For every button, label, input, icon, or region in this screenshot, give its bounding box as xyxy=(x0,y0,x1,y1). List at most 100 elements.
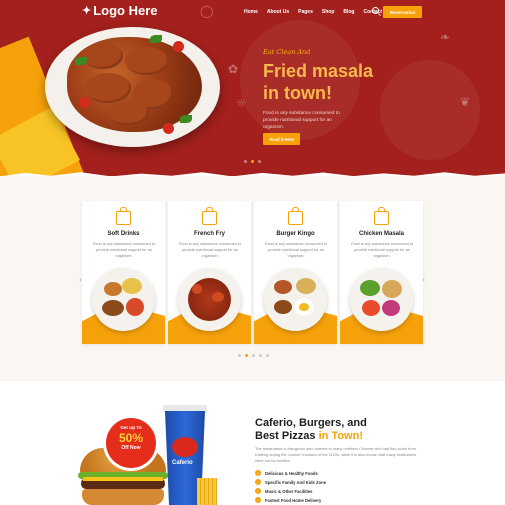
check-icon: ✓ xyxy=(255,488,261,494)
card-title: French Fry xyxy=(193,231,225,237)
nav-pages[interactable]: Pages xyxy=(298,9,313,15)
main-nav: Home About Us Pages Shop Blog Contact Us xyxy=(244,9,390,15)
food-item xyxy=(362,300,380,316)
herb-leaf xyxy=(180,115,192,123)
logo-sparkle-icon: ✦ xyxy=(82,5,92,17)
logo-text: Logo Here xyxy=(93,3,158,18)
wing-piece xyxy=(109,101,149,125)
hero-title-line2: in town! xyxy=(263,83,332,103)
wing-piece xyxy=(125,47,169,75)
promo-title-part2: Best Pizzas xyxy=(255,430,316,442)
feature-item: ✓ Delicious & Healthy Foods xyxy=(255,470,318,476)
reservation-button[interactable]: Reservation xyxy=(383,6,422,18)
food-item xyxy=(102,300,124,316)
search-icon[interactable] xyxy=(372,7,379,14)
feature-label: Delicious & Healthy Foods xyxy=(265,470,318,476)
hero-title: Fried masala in town! xyxy=(263,60,413,104)
check-icon: ✓ xyxy=(255,497,261,503)
herb-leaf xyxy=(75,57,87,65)
promo-title-line1: Caferio, Burgers, and xyxy=(255,417,367,429)
feature-item: ✓ Specific Family And Kids Zone xyxy=(255,479,326,485)
hero-slider-dots xyxy=(244,160,261,163)
slider-dot-active[interactable] xyxy=(245,354,248,357)
card-text: Food is any substance consumed to provid… xyxy=(178,241,242,258)
dish-image xyxy=(264,268,327,331)
nav-home[interactable]: Home xyxy=(244,9,258,15)
hero-tagline: Eat Clean And xyxy=(263,48,311,56)
card-title: Soft Drinks xyxy=(107,231,140,237)
food-item xyxy=(296,278,316,294)
nav-about-us[interactable]: About Us xyxy=(267,9,289,15)
wing-piece xyxy=(83,43,123,69)
slider-dot[interactable] xyxy=(252,354,255,357)
dish-image xyxy=(350,268,413,331)
menu-card-chicken-masala[interactable]: Chicken Masala Food is any substance con… xyxy=(340,201,423,344)
slider-dot[interactable] xyxy=(244,160,247,163)
discount-badge: Get Up To 50% Off Now xyxy=(106,418,156,468)
food-item xyxy=(122,278,142,294)
burger-icon xyxy=(288,207,303,225)
menu-card-soft-drinks[interactable]: Soft Drinks Food is any substance consum… xyxy=(82,201,165,344)
cherry-tomato xyxy=(79,97,90,108)
logo[interactable]: ✦ Logo Here xyxy=(82,3,158,18)
card-title: Chicken Masala xyxy=(358,231,405,237)
card-text: Food is any substance consumed to provid… xyxy=(350,241,414,258)
menu-card-burger-kingo[interactable]: Burger Kingo Food is any substance consu… xyxy=(254,201,337,344)
read-it-here-button[interactable]: Read it Here xyxy=(263,133,300,145)
slider-dot[interactable] xyxy=(238,354,241,357)
menu-categories-section: ‹ › Soft Drinks Food is any substance co… xyxy=(0,176,505,381)
hero-banner: ◯ ✿ ☼ ❧ ❦ ✦ ✦ Logo Here Home About Us Pa… xyxy=(0,0,505,176)
nav-blog[interactable]: Blog xyxy=(343,9,354,15)
herb-leaf xyxy=(150,35,162,43)
badge-value: 50% xyxy=(118,431,144,445)
nav-shop[interactable]: Shop xyxy=(322,9,335,15)
cherry-tomato xyxy=(173,41,184,52)
menu-card-french-fry[interactable]: French Fry Food is any substance consume… xyxy=(168,201,251,344)
food-item xyxy=(104,282,122,296)
hero-title-line1: Fried masala xyxy=(263,61,374,81)
dish-image xyxy=(92,268,155,331)
wing-piece xyxy=(85,73,131,103)
badge-top-text: Get Up To xyxy=(120,425,142,430)
herb-doodle-icon: ✿ xyxy=(228,62,239,76)
promo-title: Caferio, Burgers, and Best Pizzas in Tow… xyxy=(255,417,395,443)
card-text: Food is any substance consumed to provid… xyxy=(264,241,328,258)
food-item xyxy=(274,280,292,294)
promo-title-highlight: in Town! xyxy=(318,430,363,442)
food-item xyxy=(382,280,402,298)
hero-description: Food is any substance consumed to provid… xyxy=(263,111,340,130)
check-icon: ✓ xyxy=(255,479,261,485)
promo-description: The restaurants in Hangzhou also catered… xyxy=(255,446,417,463)
slider-dot[interactable] xyxy=(266,354,269,357)
chicken-wings-plate-image xyxy=(45,27,220,147)
food-item xyxy=(382,300,400,316)
food-item xyxy=(192,284,202,294)
feature-label: Fastest Food Home Delivery xyxy=(265,497,322,503)
badge-bottom-text: Off Now xyxy=(121,445,141,451)
food-item xyxy=(360,280,380,296)
burger-bun-bottom xyxy=(82,489,164,505)
card-title: Burger Kingo xyxy=(276,231,315,237)
feature-item: ✓ Music & Other Facilities xyxy=(255,488,312,494)
menu-slider-dots xyxy=(238,354,269,357)
feature-item: ✓ Fastest Food Home Delivery xyxy=(255,497,321,503)
feature-label: Specific Family And Kids Zone xyxy=(265,479,327,485)
food-item xyxy=(126,298,144,316)
drink-cup-icon xyxy=(116,207,131,225)
food-item xyxy=(274,300,292,314)
pepper-doodle-icon: ☼ xyxy=(236,96,247,110)
food-item xyxy=(212,292,224,302)
feature-label: Music & Other Facilities xyxy=(265,488,313,494)
slider-dot-active[interactable] xyxy=(251,160,254,163)
egg xyxy=(294,298,314,316)
cup-logo-icon xyxy=(172,437,198,457)
cup-brand-label: Caferio xyxy=(172,460,193,466)
slider-dot[interactable] xyxy=(259,354,262,357)
fries-box-icon xyxy=(202,207,217,225)
dish-image xyxy=(178,268,241,331)
tomato-doodle-icon: ◯ xyxy=(200,4,214,18)
slider-dot[interactable] xyxy=(258,160,261,163)
chicken-dish-icon xyxy=(374,207,389,225)
cherry-tomato xyxy=(163,123,174,134)
check-icon: ✓ xyxy=(255,470,261,476)
